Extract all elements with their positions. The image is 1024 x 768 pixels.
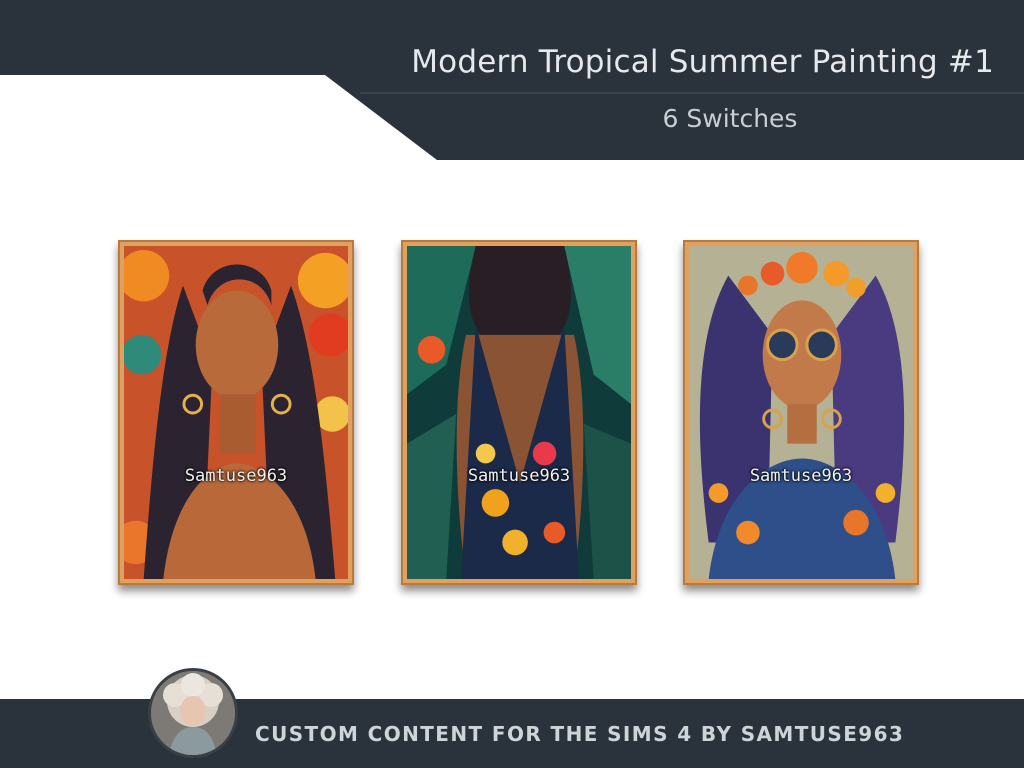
watermark: Samtuse963	[467, 466, 571, 486]
painting-3: Samtuse963	[683, 240, 919, 585]
painting-3-art: Samtuse963	[689, 246, 913, 579]
painting-1: Samtuse963	[118, 240, 354, 585]
paintings-gallery: Samtuse963 Samtuse963 Samtuse963	[0, 0, 1024, 768]
watermark: Samtuse963	[749, 466, 853, 486]
painting-2: Samtuse963	[401, 240, 637, 585]
painting-2-art: Samtuse963	[407, 246, 631, 579]
watermark: Samtuse963	[184, 466, 288, 486]
painting-1-art: Samtuse963	[124, 246, 348, 579]
footer-credit: CUSTOM CONTENT FOR THE SIMS 4 BY SAMTUSE…	[255, 722, 905, 746]
creator-avatar	[148, 668, 238, 758]
